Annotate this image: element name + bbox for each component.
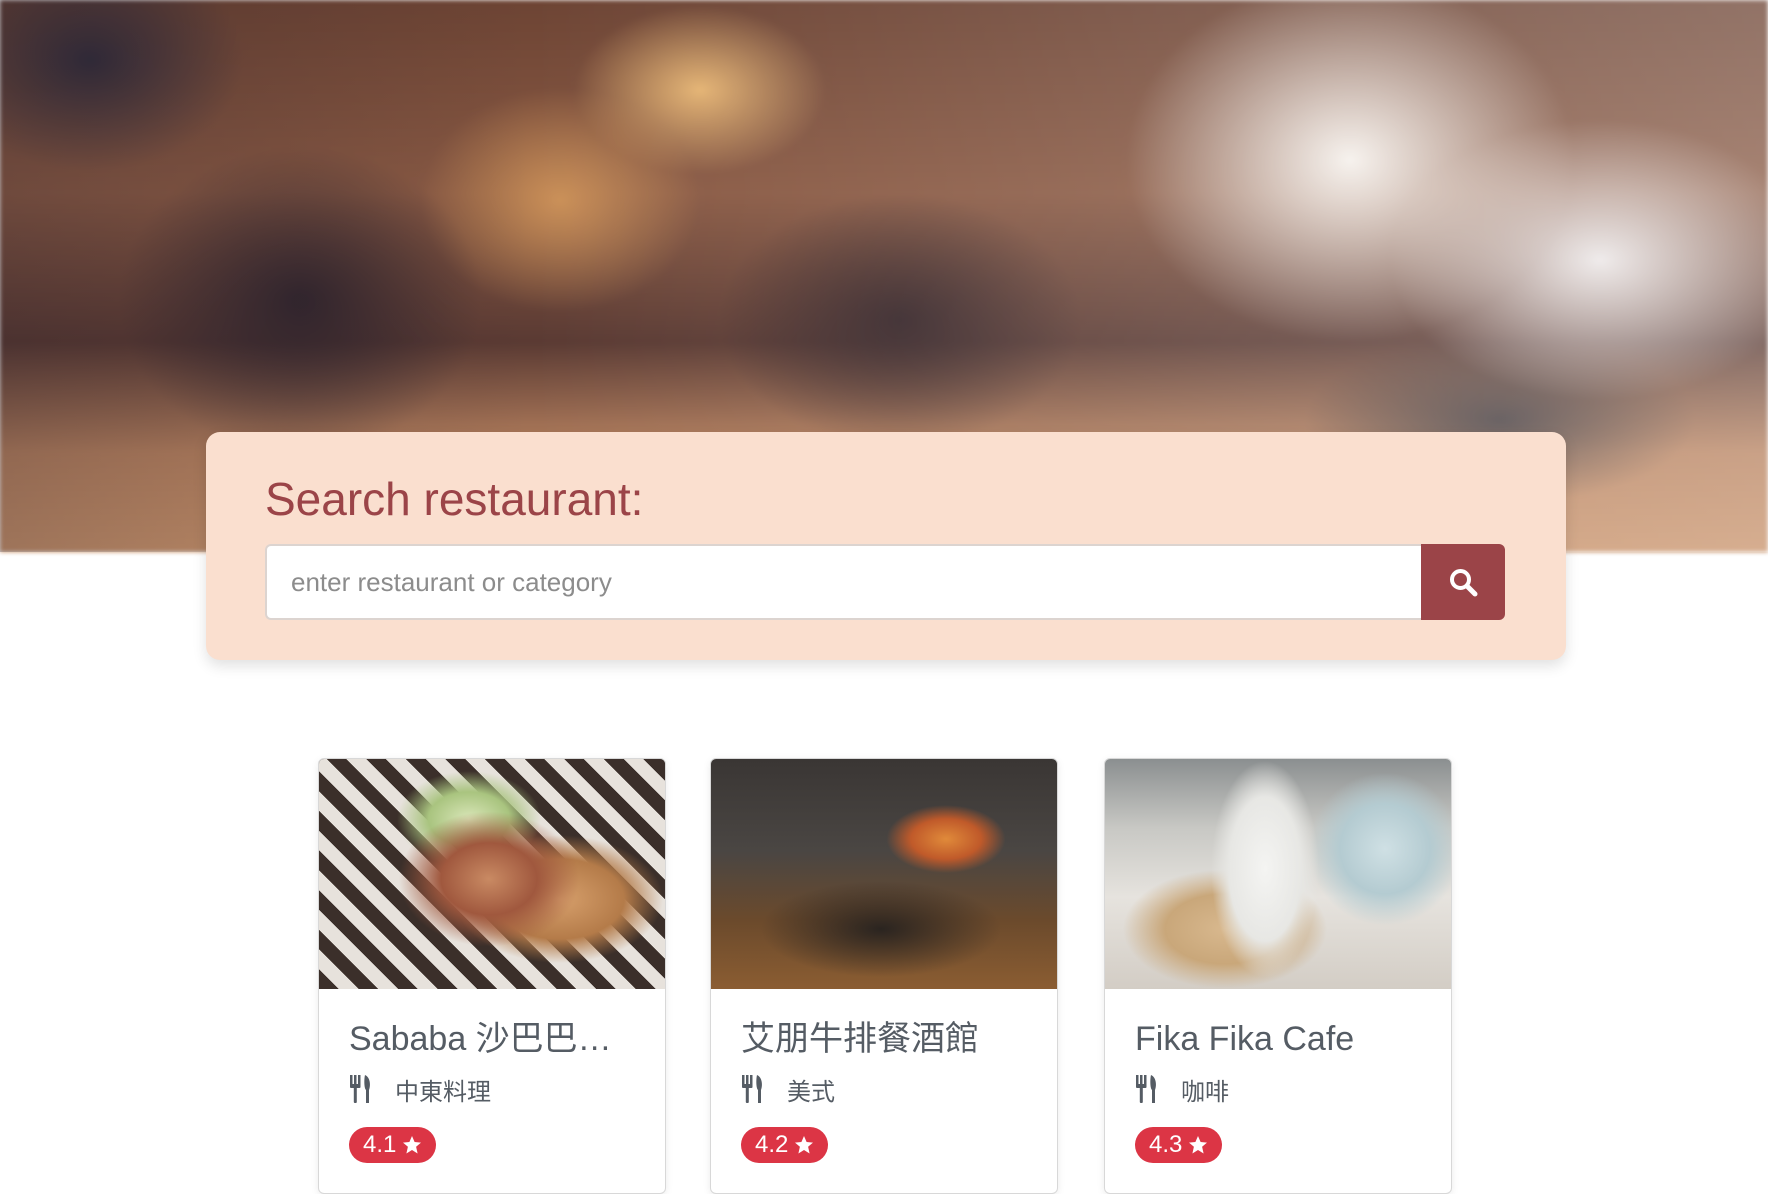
search-panel: Search restaurant: bbox=[206, 432, 1566, 660]
restaurant-photo[interactable] bbox=[1105, 759, 1451, 989]
card-body: 艾朋牛排餐酒館 美式 4.2 bbox=[711, 1019, 1057, 1163]
rating-badge: 4.2 bbox=[741, 1127, 829, 1163]
restaurant-card[interactable]: Fika Fika Cafe 咖啡 4.3 bbox=[1104, 758, 1452, 1194]
utensils-icon bbox=[1136, 1075, 1156, 1103]
star-icon bbox=[1189, 1136, 1208, 1154]
star-icon bbox=[795, 1136, 814, 1154]
rating-value: 4.2 bbox=[755, 1131, 789, 1158]
card-body: Fika Fika Cafe 咖啡 4.3 bbox=[1105, 1019, 1451, 1163]
restaurant-name[interactable]: 艾朋牛排餐酒館 bbox=[741, 1019, 1027, 1059]
restaurant-list: Sababa 沙巴巴中... 中東料理 4.1 艾朋牛排餐酒館 美式 4.2 F… bbox=[318, 758, 1454, 1194]
restaurant-photo[interactable] bbox=[711, 759, 1057, 989]
rating-value: 4.3 bbox=[1149, 1131, 1183, 1158]
restaurant-category: 美式 bbox=[741, 1073, 1027, 1106]
utensils-icon bbox=[742, 1075, 762, 1103]
rating-badge: 4.1 bbox=[349, 1127, 437, 1163]
restaurant-card[interactable]: 艾朋牛排餐酒館 美式 4.2 bbox=[710, 758, 1058, 1194]
rating-badge: 4.3 bbox=[1135, 1127, 1223, 1163]
search-button[interactable] bbox=[1421, 544, 1505, 620]
restaurant-name[interactable]: Sababa 沙巴巴中... bbox=[349, 1019, 635, 1059]
search-input[interactable] bbox=[265, 544, 1421, 620]
card-body: Sababa 沙巴巴中... 中東料理 4.1 bbox=[319, 1019, 665, 1163]
search-icon bbox=[1450, 569, 1478, 597]
category-label: 中東料理 bbox=[395, 1077, 491, 1106]
search-bar bbox=[265, 544, 1505, 620]
search-title: Search restaurant: bbox=[265, 473, 644, 525]
restaurant-category: 咖啡 bbox=[1135, 1073, 1421, 1106]
category-label: 美式 bbox=[787, 1077, 835, 1106]
restaurant-card[interactable]: Sababa 沙巴巴中... 中東料理 4.1 bbox=[318, 758, 666, 1194]
category-label: 咖啡 bbox=[1181, 1077, 1229, 1106]
restaurant-category: 中東料理 bbox=[349, 1073, 635, 1106]
restaurant-photo[interactable] bbox=[319, 759, 665, 989]
star-icon bbox=[403, 1136, 422, 1154]
restaurant-name[interactable]: Fika Fika Cafe bbox=[1135, 1019, 1421, 1059]
rating-value: 4.1 bbox=[363, 1131, 397, 1158]
utensils-icon bbox=[350, 1075, 370, 1103]
